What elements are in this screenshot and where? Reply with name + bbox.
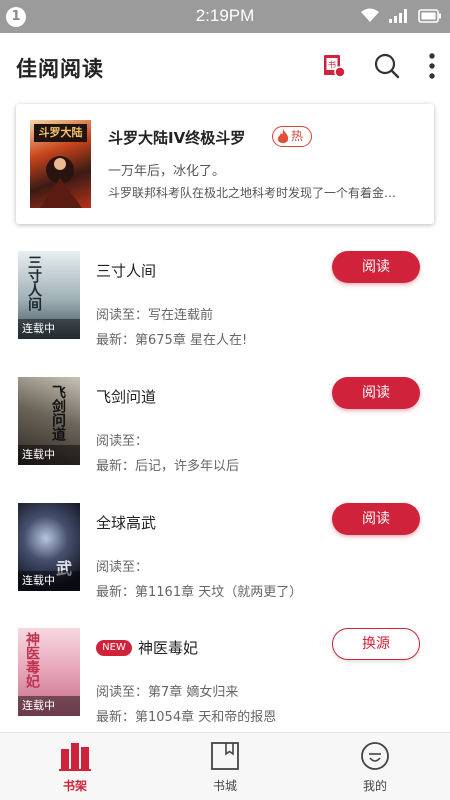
book-gift-icon[interactable]: 书 bbox=[318, 51, 348, 81]
read-progress: 阅读至：写在连载前 bbox=[96, 308, 214, 323]
latest-chapter: 最新：第675章 星在人在! bbox=[96, 333, 248, 348]
wifi-icon bbox=[360, 7, 380, 27]
nav-bookstore-label: 书城 bbox=[212, 779, 237, 793]
featured-book-subtitle: 一万年后，冰化了。 bbox=[108, 164, 226, 179]
change-source-button[interactable]: 换源 bbox=[332, 628, 420, 660]
hot-badge-label: 热 bbox=[291, 129, 304, 143]
nav-bookshelf[interactable]: 书架 bbox=[0, 733, 150, 800]
battery-icon bbox=[418, 8, 442, 27]
read-progress: 阅读至： bbox=[96, 560, 149, 575]
svg-text:书: 书 bbox=[328, 60, 336, 70]
more-vert-icon[interactable] bbox=[417, 51, 447, 81]
book-cover: 三寸人间 连载中 bbox=[18, 251, 80, 339]
book-row[interactable]: 武 连载中 全球高武 阅读至： 最新：第1161章 天坟（就两更了） 阅读 bbox=[0, 503, 450, 613]
book-cover-title: 三寸人间 bbox=[26, 255, 42, 311]
latest-chapter: 最新：后记，许多年以后 bbox=[96, 459, 240, 474]
book-title: 全球高武 bbox=[96, 514, 157, 532]
serializing-badge: 连载中 bbox=[18, 445, 80, 465]
read-button[interactable]: 阅读 bbox=[332, 377, 420, 409]
book-cover: 飞剑问道 连载中 bbox=[18, 377, 80, 465]
latest-chapter: 最新：第1054章 天和帝的报恩 bbox=[96, 710, 277, 725]
hot-badge: 热 bbox=[272, 126, 313, 147]
signal-icon bbox=[388, 7, 410, 27]
app-bar: 佳阅阅读 书 bbox=[0, 33, 450, 99]
read-button[interactable]: 阅读 bbox=[332, 503, 420, 535]
nav-profile[interactable]: 我的 bbox=[300, 733, 450, 800]
book-row[interactable]: 神医毒妃 连载中 NEW 神医毒妃 阅读至：第7章 嫡女归来 最新：第1054章… bbox=[0, 628, 450, 738]
featured-book-card[interactable]: 斗罗大陆 斗罗大陆IV终极斗罗 热 一万年后，冰化了。 斗罗联邦科考队在极北之地… bbox=[16, 104, 434, 224]
bottom-nav: 书架 书城 我的 bbox=[0, 732, 450, 800]
flame-icon bbox=[276, 128, 290, 151]
featured-book-description: 斗罗联邦科考队在极北之地科考时发现了一个有着金… bbox=[108, 186, 397, 200]
book-title: 神医毒妃 bbox=[138, 639, 199, 657]
nav-bookshelf-label: 书架 bbox=[62, 779, 87, 793]
featured-book-cover: 斗罗大陆 bbox=[30, 120, 91, 208]
featured-book-title: 斗罗大陆IV终极斗罗 bbox=[108, 129, 246, 147]
serializing-badge: 连载中 bbox=[18, 571, 80, 591]
nav-profile-label: 我的 bbox=[362, 779, 387, 793]
new-badge: NEW bbox=[96, 640, 132, 656]
status-bar: 1 2:19PM bbox=[0, 0, 450, 33]
book-title: 三寸人间 bbox=[96, 262, 157, 280]
nav-bookstore[interactable]: 书城 bbox=[150, 733, 300, 800]
bookshelf-icon bbox=[58, 741, 92, 771]
serializing-badge: 连载中 bbox=[18, 696, 80, 716]
book-cover-title: 神医毒妃 bbox=[24, 632, 40, 688]
read-progress: 阅读至： bbox=[96, 434, 149, 449]
app-title: 佳阅阅读 bbox=[16, 57, 104, 81]
bookstore-icon bbox=[208, 741, 242, 771]
book-title: 飞剑问道 bbox=[96, 388, 157, 406]
book-row[interactable]: 三寸人间 连载中 三寸人间 阅读至：写在连载前 最新：第675章 星在人在! 阅… bbox=[0, 251, 450, 361]
book-cover: 武 连载中 bbox=[18, 503, 80, 591]
latest-chapter: 最新：第1161章 天坟（就两更了） bbox=[96, 585, 303, 600]
book-cover: 神医毒妃 连载中 bbox=[18, 628, 80, 716]
search-icon[interactable] bbox=[372, 51, 402, 81]
serializing-badge: 连载中 bbox=[18, 319, 80, 339]
profile-icon bbox=[358, 741, 392, 771]
book-row[interactable]: 飞剑问道 连载中 飞剑问道 阅读至： 最新：后记，许多年以后 阅读 bbox=[0, 377, 450, 487]
status-icons bbox=[360, 8, 442, 26]
read-button[interactable]: 阅读 bbox=[332, 251, 420, 283]
book-cover-title: 飞剑问道 bbox=[50, 385, 66, 441]
read-progress: 阅读至：第7章 嫡女归来 bbox=[96, 685, 239, 700]
